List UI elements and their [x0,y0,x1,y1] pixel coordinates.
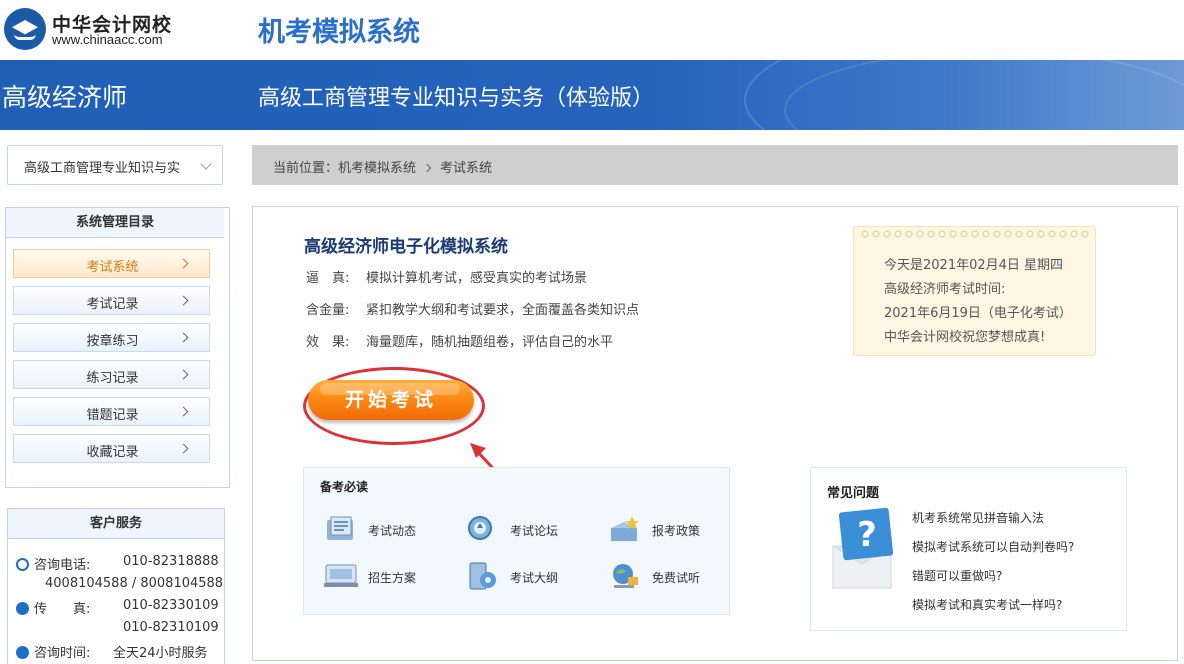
sidebar-menu-title: 系统管理目录 [6,208,224,238]
faq-item-pinyin-input[interactable]: 机考系统常见拼音输入法 [912,509,1044,526]
chevron-down-icon [200,158,212,170]
breadcrumb: 当前位置：机考模拟系统 考试系统 [252,145,1178,185]
exam-reading-title: 备考必读 [320,480,369,494]
fax-icon [16,602,29,615]
intro-key: 逼 真: [306,271,350,286]
fax-label: 传 真: [34,602,91,617]
syllabus-icon [469,562,496,590]
reading-link-label: 报考政策 [652,524,701,538]
svg-text:?: ? [857,515,877,555]
reading-link-label: 考试大纲 [510,571,559,585]
intro-line-realistic: 逼 真: 模拟计算机考试，感受真实的考试场景 [306,267,587,286]
customer-service-title: 客户服务 [8,509,224,539]
sidebar-item-favorites[interactable]: 收藏记录 [13,434,210,463]
note-binding-decoration [860,227,1090,241]
free-trial-icon [613,564,638,588]
sidebar-item-wrong-questions[interactable]: 错题记录 [13,397,210,426]
faq-item-auto-grading[interactable]: 模拟考试系统可以自动判卷吗? [912,538,1074,555]
phone-label: 咨询电话: [34,558,91,573]
start-exam-area: 开始考试 [300,367,486,447]
intro-title: 高级经济师电子化模拟系统 [304,237,508,257]
sidebar-item-exam-records[interactable]: 考试记录 [13,286,210,315]
reading-link-news[interactable]: 考试动态 [324,512,454,548]
faq-panel: 常见问题 ? 机考系统常见拼音输入法 模拟考试系统可以自动判卷吗? 错题可以重做… [810,467,1127,631]
breadcrumb-item-system[interactable]: 机考模拟系统 [338,161,416,176]
phone-row: 咨询电话: [16,554,90,573]
exam-date-note: 今天是2021年02月4日 星期四 高级经济师考试时间: 2021年6月19日（… [853,226,1096,356]
reading-link-syllabus[interactable]: 考试大纲 [466,559,596,595]
headset-icon [16,646,29,659]
intro-value: 海量题库，随机抽题组卷，评估自己的水平 [366,335,614,350]
sidebar-menu: 系统管理目录 考试系统 考试记录 按章练习 练习记录 错题记录 收藏记录 [5,207,230,488]
forum-icon [468,516,492,540]
exam-subject-title: 高级工商管理专业知识与实务（体验版） [258,86,655,111]
subject-select[interactable]: 高级工商管理专业知识与实 [7,145,223,185]
faq-item-same-as-real[interactable]: 模拟考试和真实考试一样吗? [912,596,1062,613]
sidebar-item-exam-system[interactable]: 考试系统 [13,249,210,278]
intro-key: 效 果: [306,335,350,350]
fax-number-1: 010-82330109 [123,598,219,613]
exam-reading-panel: 备考必读 考试动态 考试论坛 报考政策 招生方案 考试大纲 免费试听 [303,467,730,615]
faq-item-redo-wrong[interactable]: 错题可以重做吗? [912,567,1002,584]
hours-row: 咨询时间: [16,642,90,661]
date-note-line: 今天是2021年02月4日 星期四 [884,258,1064,273]
breadcrumb-prefix: 当前位置： [273,161,339,176]
sidebar-item-practice-records[interactable]: 练习记录 [13,360,210,389]
title-banner: 高级经济师 高级工商管理专业知识与实务（体验版） [0,60,1184,130]
news-icon [327,516,353,540]
date-note-line: 中华会计网校祝您梦想成真! [884,330,1046,345]
customer-service-panel: 客户服务 咨询电话: 010-82318888 4008104588 / 800… [7,508,225,664]
reading-link-forum[interactable]: 考试论坛 [466,512,596,548]
reading-link-label: 招生方案 [368,571,417,585]
policy-icon [611,516,639,541]
date-note-line: 高级经济师考试时间: [884,282,1006,297]
intro-value: 模拟计算机考试，感受真实的考试场景 [366,271,588,286]
fax-number-2: 010-82310109 [123,620,219,635]
system-title: 机考模拟系统 [258,17,420,48]
phone-number-1: 010-82318888 [123,554,219,569]
faq-title: 常见问题 [827,486,880,501]
intro-value: 紧扣教学大纲和考试要求，全面覆盖各类知识点 [366,303,640,318]
breadcrumb-item-exam[interactable]: 考试系统 [440,161,492,176]
date-note-line: 2021年6月19日（电子化考试） [884,306,1072,321]
phone-icon [16,558,29,571]
exam-level-title: 高级经济师 [2,83,128,112]
logo-emblem-icon [4,8,46,50]
start-exam-label: 开始考试 [344,389,437,411]
intro-line-value: 含金量: 紧扣教学大纲和考试要求，全面覆盖各类知识点 [306,299,639,318]
phone-number-2: 4008104588 / 8008104588 [45,576,224,591]
chevron-right-icon [422,163,432,173]
hours-label: 咨询时间: [34,646,91,661]
reading-link-label: 考试动态 [368,524,417,538]
subject-select-value: 高级工商管理专业知识与实 [24,161,181,176]
enrollment-icon [324,564,358,587]
site-logo[interactable]: 中华会计网校 www.chinaacc.com [4,8,184,52]
logo-text-en: www.chinaacc.com [52,32,163,47]
reading-link-label: 免费试听 [652,571,701,585]
sidebar-item-chapter-practice[interactable]: 按章练习 [13,323,210,352]
fax-row: 传 真: [16,598,90,617]
service-hours: 全天24小时服务 [113,646,208,661]
intro-key: 含金量: [306,303,350,318]
reading-link-policy[interactable]: 报考政策 [608,512,738,548]
reading-link-enrollment[interactable]: 招生方案 [324,559,454,595]
question-icon: ? [831,507,894,589]
start-exam-button[interactable]: 开始考试 [308,380,474,420]
top-header: 中华会计网校 www.chinaacc.com 机考模拟系统 [0,0,1184,60]
reading-link-label: 考试论坛 [510,524,559,538]
intro-line-effect: 效 果: 海量题库，随机抽题组卷，评估自己的水平 [306,331,613,350]
reading-link-free-trial[interactable]: 免费试听 [608,559,738,595]
